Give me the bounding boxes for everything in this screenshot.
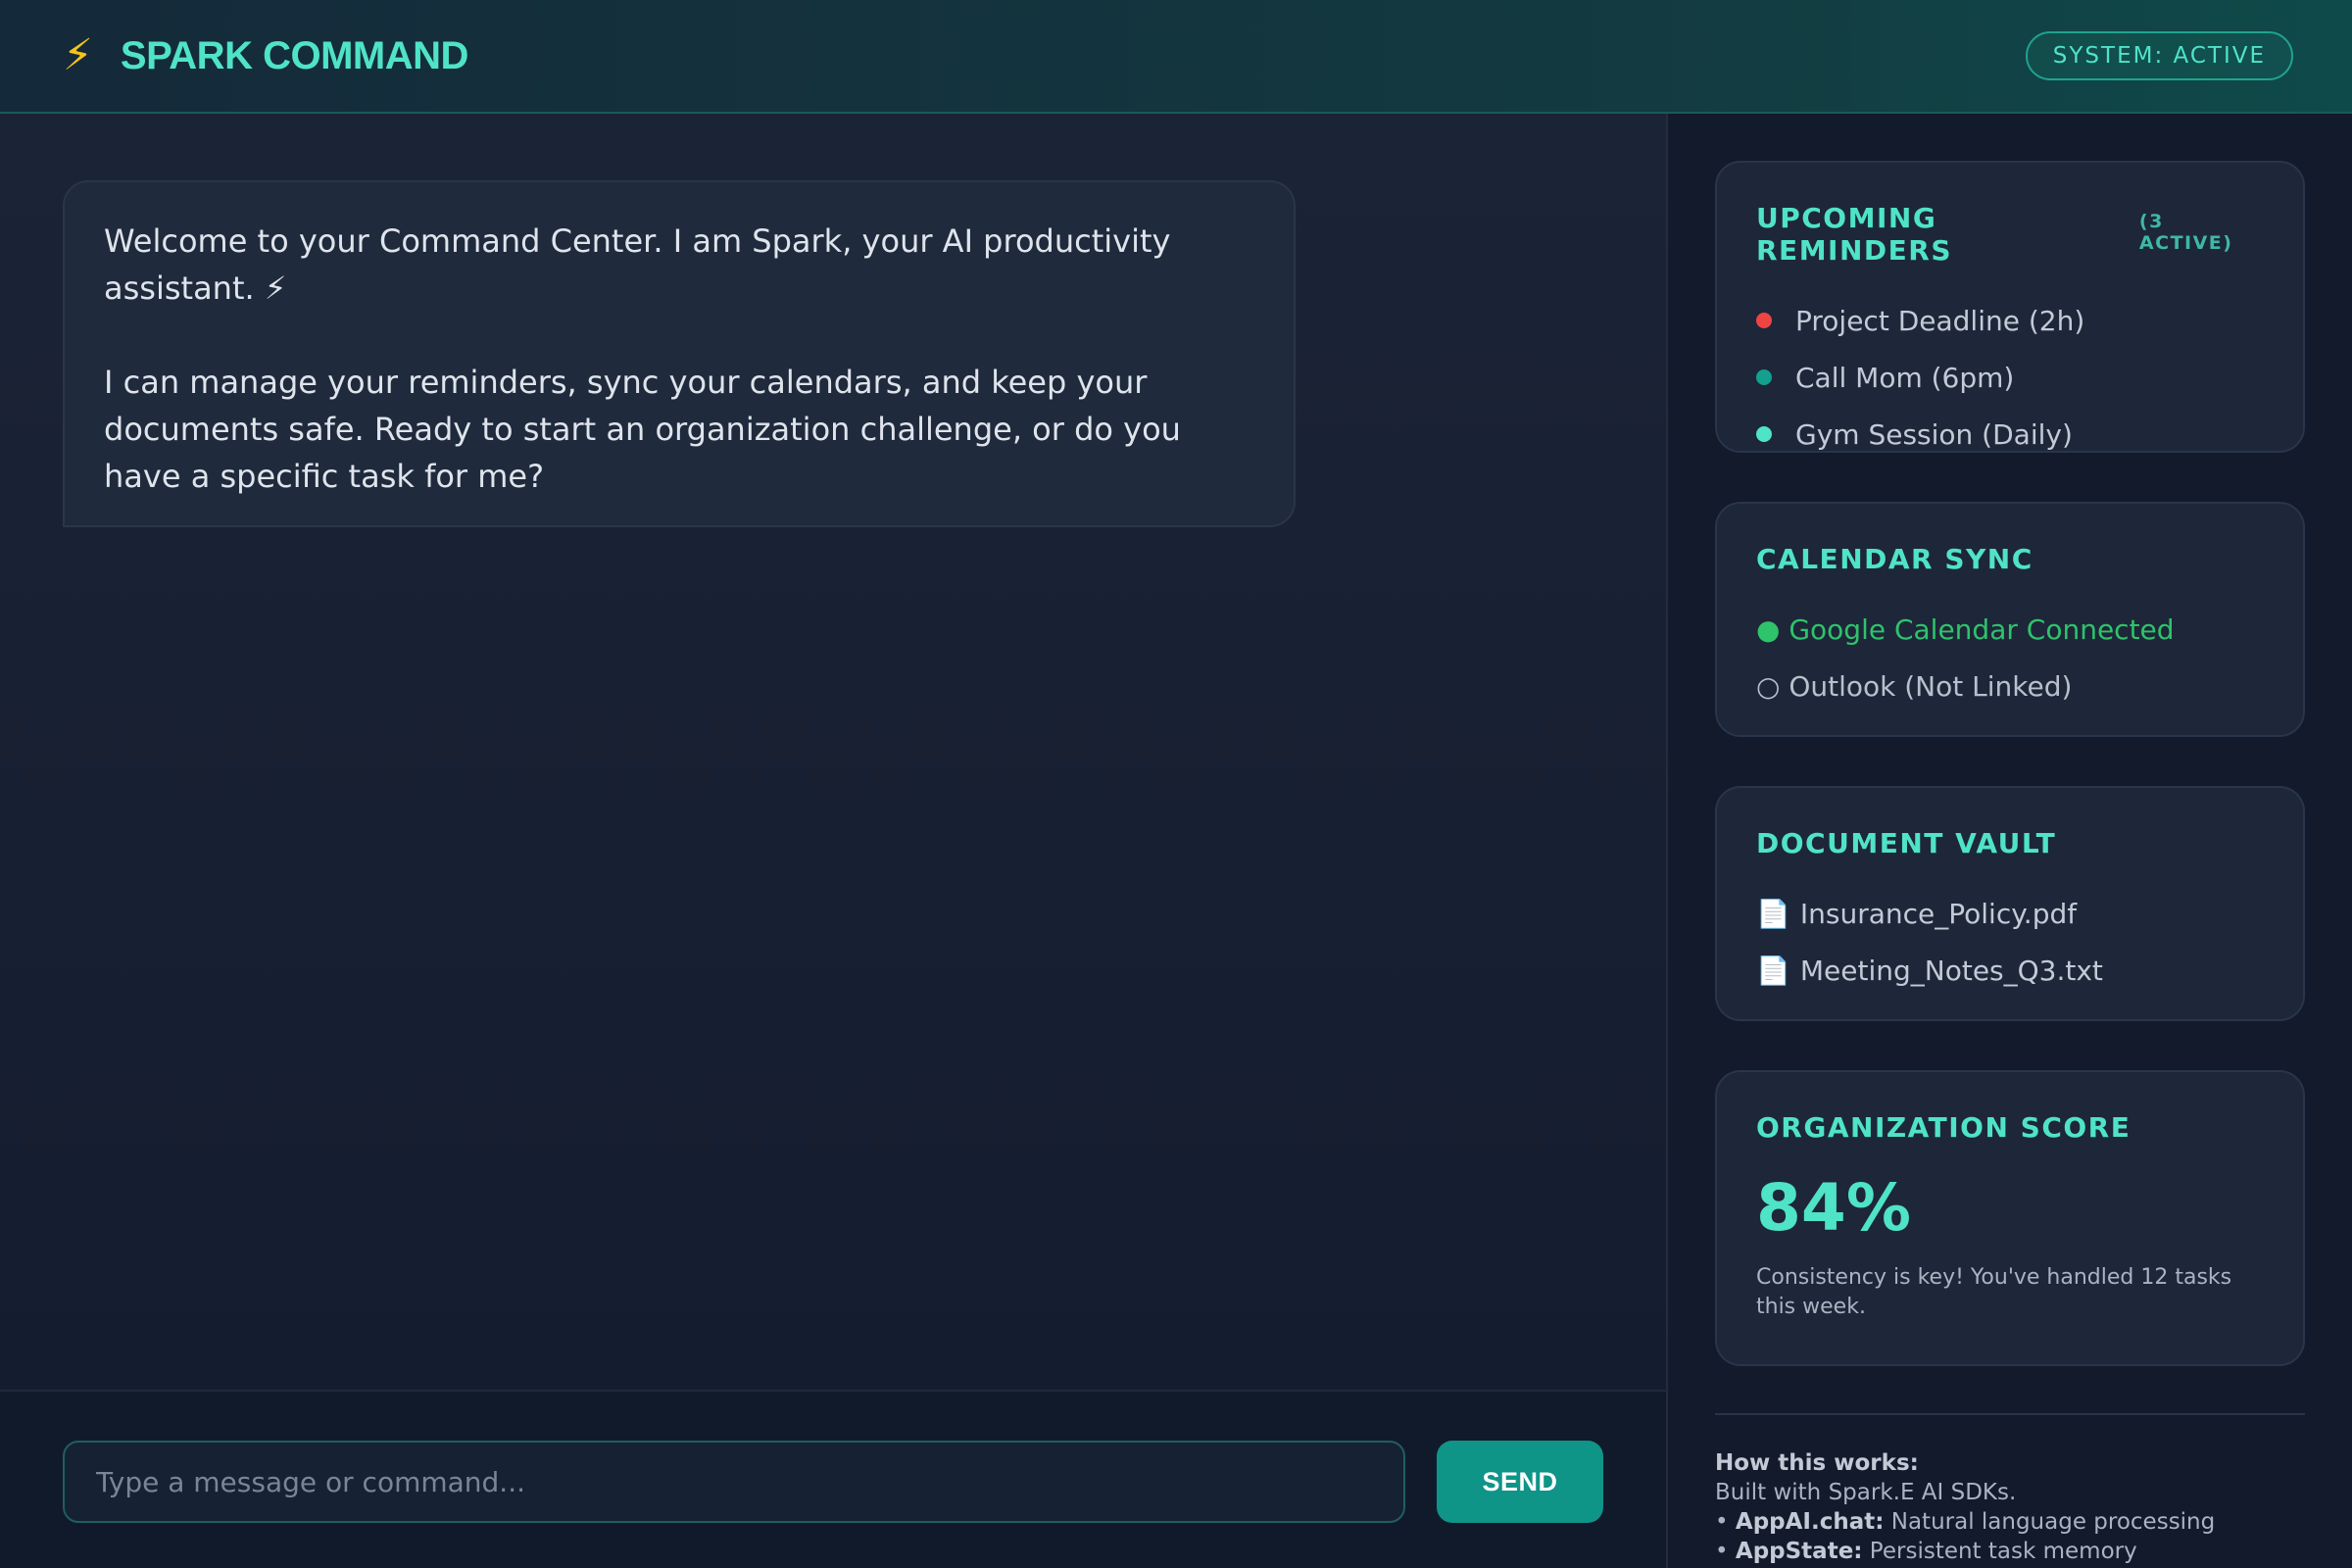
document-item[interactable]: 📄 Insurance_Policy.pdf <box>1756 885 2264 942</box>
document-vault-title-text: DOCUMENT VAULT <box>1756 827 2057 859</box>
message-composer: SEND <box>0 1390 1668 1568</box>
message-input[interactable] <box>63 1441 1405 1523</box>
app-title: SPARK COMMAND <box>120 33 468 77</box>
reminder-item[interactable]: Gym Session (Daily) <box>1756 406 2264 463</box>
calendar-sync-card: CALENDAR SYNC ● Google Calendar Connecte… <box>1715 502 2305 737</box>
how-it-works-heading: How this works: <box>1715 1450 1919 1476</box>
brand: ⚡ SPARK COMMAND <box>63 34 468 78</box>
reminder-label: Gym Session (Daily) <box>1795 417 2073 451</box>
reminder-label: Project Deadline (2h) <box>1795 304 2085 337</box>
how-it-works-item: • AppAI.chat: Natural language processin… <box>1715 1509 2216 1535</box>
reminders-card: UPCOMING REMINDERS (3 ACTIVE) Project De… <box>1715 161 2305 453</box>
google-calendar-status[interactable]: ● Google Calendar Connected <box>1756 601 2264 658</box>
sdk-name: AppAI.chat: <box>1735 1509 1885 1535</box>
document-vault-title: DOCUMENT VAULT <box>1756 827 2264 859</box>
app-window: ⚡ SPARK COMMAND SYSTEM: ACTIVE Welcome t… <box>0 0 2352 1568</box>
status-dot-icon <box>1756 426 1772 442</box>
reminders-count: (3 ACTIVE) <box>2138 211 2233 254</box>
reminders-title: UPCOMING REMINDERS <box>1756 202 1952 267</box>
organization-score-note: Consistency is key! You've handled 12 ta… <box>1756 1265 2232 1319</box>
urgent-status-dot-icon <box>1756 313 1772 328</box>
assistant-message: Welcome to your Command Center. I am Spa… <box>63 180 1296 527</box>
sdk-description: Natural language processing <box>1884 1509 2216 1535</box>
sdk-description: Persistent task memory <box>1862 1539 2137 1564</box>
lightning-bolt-icon: ⚡ <box>63 30 93 80</box>
reminders-header: UPCOMING REMINDERS (3 ACTIVE) <box>1756 202 2264 267</box>
document-list: 📄 Insurance_Policy.pdf 📄 Meeting_Notes_Q… <box>1756 885 2264 999</box>
sdk-name: AppState: <box>1735 1539 1863 1564</box>
how-it-works: How this works: Built with Spark.E AI SD… <box>1715 1448 2305 1566</box>
calendar-sync-title: CALENDAR SYNC <box>1756 543 2264 575</box>
organization-score-card: ORGANIZATION SCORE 84% Consistency is ke… <box>1715 1070 2305 1366</box>
sidebar: UPCOMING REMINDERS (3 ACTIVE) Project De… <box>1668 114 2352 1568</box>
top-bar: ⚡ SPARK COMMAND SYSTEM: ACTIVE <box>0 0 2352 114</box>
sidebar-divider <box>1715 1413 2305 1415</box>
reminder-label: Call Mom (6pm) <box>1795 361 2015 394</box>
document-name: Meeting_Notes_Q3.txt <box>1799 954 2103 987</box>
document-name: Insurance_Policy.pdf <box>1799 897 2078 930</box>
document-vault-card: DOCUMENT VAULT 📄 Insurance_Policy.pdf 📄 … <box>1715 786 2305 1021</box>
organization-score-value: 84% <box>1756 1170 1911 1246</box>
assistant-message-paragraph-1: Welcome to your Command Center. I am Spa… <box>104 222 1171 307</box>
reminders-list: Project Deadline (2h) Call Mom (6pm) Gym… <box>1756 292 2264 463</box>
how-it-works-line: Built with Spark.E AI SDKs. <box>1715 1480 2017 1505</box>
outlook-calendar-status[interactable]: ○ Outlook (Not Linked) <box>1756 658 2264 714</box>
reminder-item[interactable]: Call Mom (6pm) <box>1756 349 2264 406</box>
status-dot-icon <box>1756 369 1772 385</box>
system-status-badge: SYSTEM: ACTIVE <box>2025 31 2293 80</box>
send-button[interactable]: SEND <box>1437 1441 1603 1523</box>
reminder-item[interactable]: Project Deadline (2h) <box>1756 292 2264 349</box>
how-it-works-item: • AppState: Persistent task memory <box>1715 1539 2137 1564</box>
calendar-list: ● Google Calendar Connected ○ Outlook (N… <box>1756 601 2264 714</box>
document-item[interactable]: 📄 Meeting_Notes_Q3.txt <box>1756 942 2264 999</box>
document-icon: 📄 <box>1756 954 1790 987</box>
calendar-sync-title-text: CALENDAR SYNC <box>1756 543 2034 575</box>
organization-score-title-text: ORGANIZATION SCORE <box>1756 1111 2132 1144</box>
assistant-message-paragraph-2: I can manage your reminders, sync your c… <box>104 364 1181 495</box>
organization-score-title: ORGANIZATION SCORE <box>1756 1111 2264 1144</box>
chat-area: Welcome to your Command Center. I am Spa… <box>0 114 1668 1390</box>
document-icon: 📄 <box>1756 897 1790 930</box>
